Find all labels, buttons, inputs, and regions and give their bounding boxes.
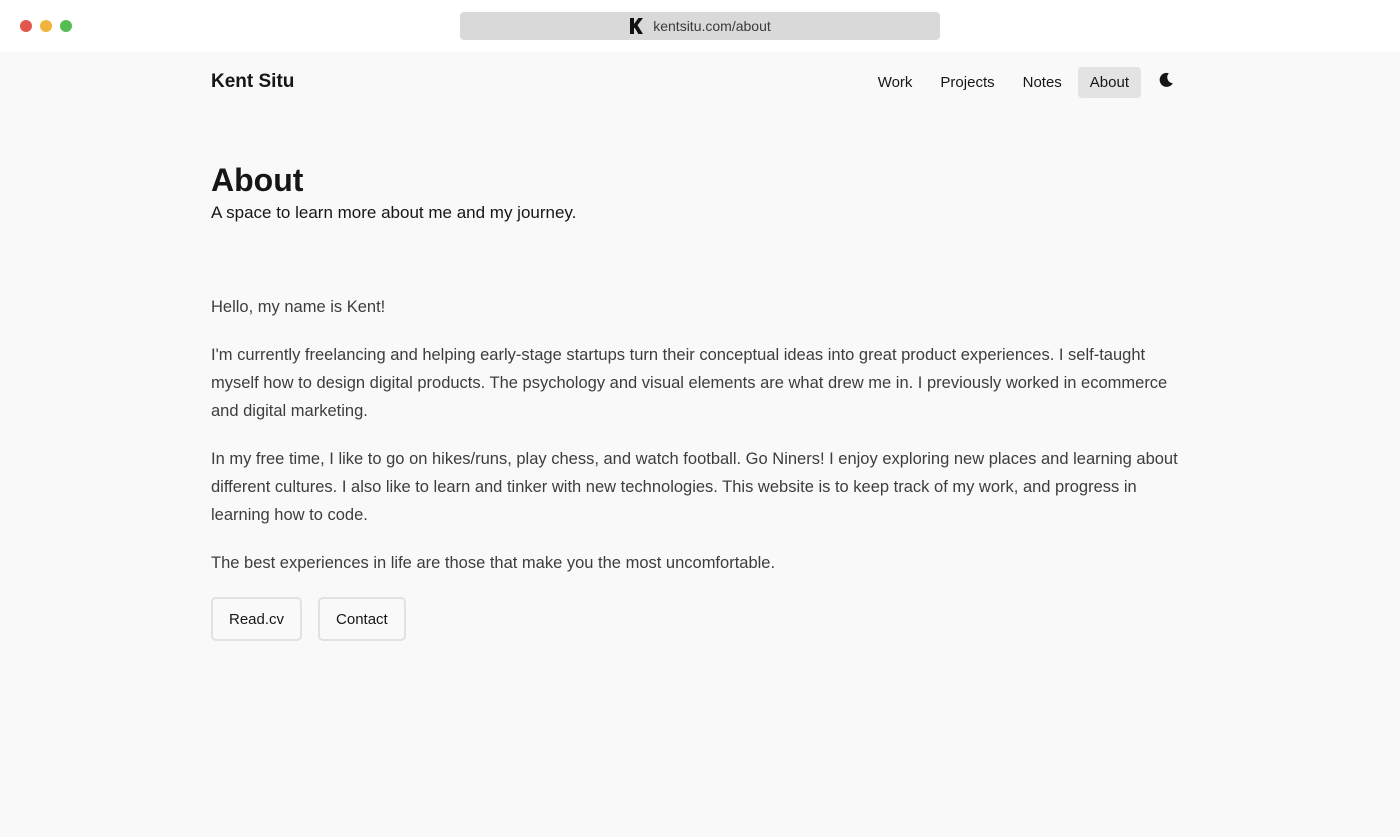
window-maximize-button[interactable] — [60, 20, 72, 32]
browser-chrome: kentsitu.com/about — [0, 0, 1400, 52]
bio-paragraph-hobbies: In my free time, I like to go on hikes/r… — [211, 450, 1178, 524]
contact-button[interactable]: Contact — [318, 597, 406, 641]
action-buttons: Read.cv Contact — [211, 597, 1181, 641]
window-close-button[interactable] — [20, 20, 32, 32]
content-container: Kent Situ Work Projects Notes About Abou… — [211, 52, 1181, 641]
page-title: About — [211, 162, 304, 198]
url-text: kentsitu.com/about — [653, 18, 771, 34]
readcv-button[interactable]: Read.cv — [211, 597, 303, 641]
page-body: Kent Situ Work Projects Notes About Abou… — [0, 52, 1400, 837]
page-hero: About A space to learn more about me and… — [211, 160, 1181, 225]
page-subtitle: A space to learn more about me and my jo… — [211, 203, 577, 222]
site-header: Kent Situ Work Projects Notes About — [211, 52, 1181, 112]
address-bar[interactable]: kentsitu.com/about — [460, 12, 940, 40]
nav-item-work[interactable]: Work — [866, 67, 925, 98]
window-minimize-button[interactable] — [40, 20, 52, 32]
theme-toggle-button[interactable] — [1151, 67, 1181, 97]
site-name-link[interactable]: Kent Situ — [211, 71, 294, 93]
nav-item-about[interactable]: About — [1077, 66, 1141, 98]
bio-paragraph-work: I'm currently freelancing and helping ea… — [211, 346, 1168, 420]
moon-icon — [1158, 72, 1174, 93]
bio-section: Hello, my name is Kent! I'm currently fr… — [211, 293, 1181, 577]
k-logo-icon — [629, 18, 644, 34]
nav-item-projects[interactable]: Projects — [928, 67, 1006, 98]
bio-paragraph-greeting: Hello, my name is Kent! — [211, 298, 386, 316]
nav-item-notes[interactable]: Notes — [1011, 67, 1074, 98]
main-nav: Work Projects Notes About — [866, 66, 1181, 98]
bio-paragraph-quote: The best experiences in life are those t… — [211, 554, 776, 572]
